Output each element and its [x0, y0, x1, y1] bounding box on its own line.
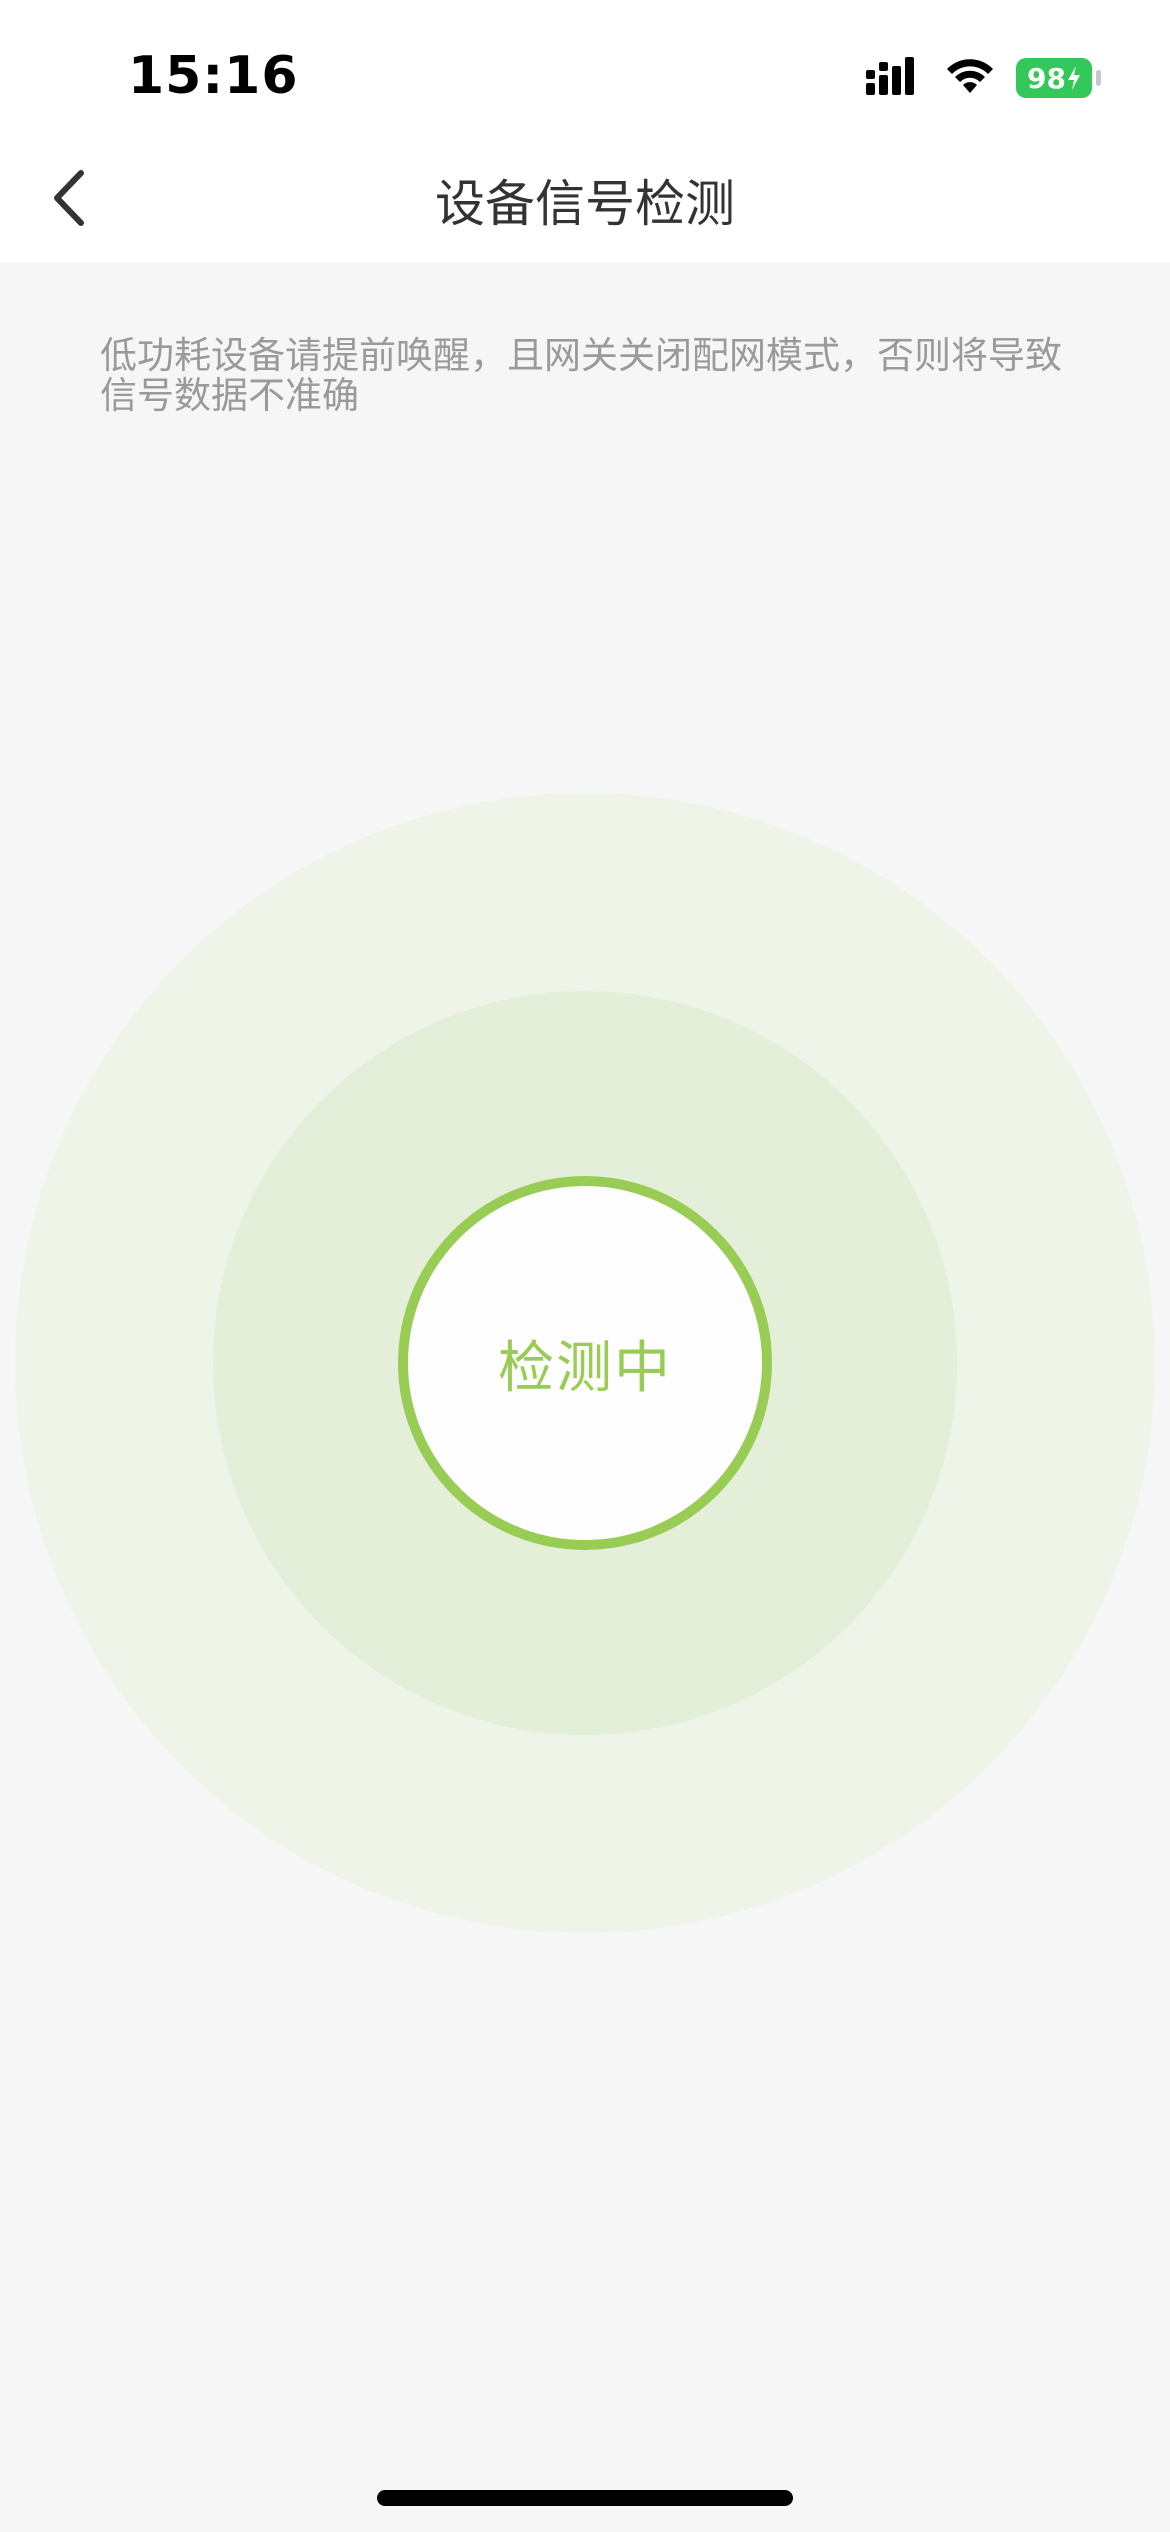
status-time: 15:16 — [128, 46, 299, 106]
detection-status-circle: 检测中 — [398, 1176, 772, 1550]
battery-level: 98 — [1027, 61, 1066, 95]
wifi-icon — [944, 57, 996, 99]
top-bar: 15:16 98 设备信号检测 — [0, 0, 1170, 262]
battery-charging-icon: 98 — [1016, 58, 1101, 98]
battery-cap — [1096, 70, 1101, 86]
hint-text: 低功耗设备请提前唤醒，且网关关闭配网模式，否则将导致信号数据不准确 — [100, 334, 1062, 417]
detection-status-label: 检测中 — [498, 1335, 672, 1401]
page-title: 设备信号检测 — [435, 175, 735, 233]
cellular-signal-icon — [866, 57, 924, 99]
status-icons: 98 — [866, 54, 1101, 102]
home-indicator[interactable] — [377, 2490, 793, 2506]
